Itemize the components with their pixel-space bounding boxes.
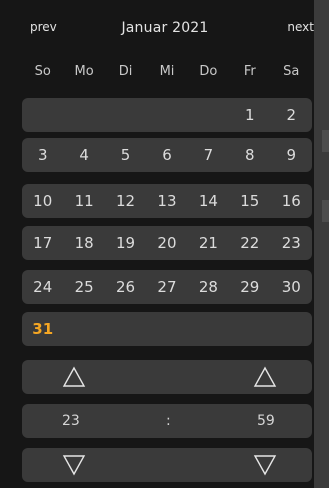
weekday-label: Fr <box>243 64 256 79</box>
day-cell[interactable]: 1 <box>229 98 270 132</box>
day-cell[interactable]: 10 <box>22 184 63 218</box>
day-cell[interactable] <box>105 312 146 346</box>
week-row: 10 11 12 13 14 15 16 <box>22 184 312 218</box>
day-cell[interactable]: 14 <box>188 184 229 218</box>
day-cell[interactable]: 17 <box>22 226 63 260</box>
day-cell[interactable]: 9 <box>271 138 312 172</box>
day-cell[interactable]: 22 <box>229 226 270 260</box>
day-cell[interactable]: 19 <box>105 226 146 260</box>
time-value-row: 23 : 59 <box>22 404 312 438</box>
day-cell[interactable] <box>188 98 229 132</box>
day-cell[interactable] <box>146 98 187 132</box>
day-cell[interactable]: 30 <box>271 270 312 304</box>
day-cell[interactable]: 18 <box>63 226 104 260</box>
triangle-down-icon <box>253 455 277 476</box>
day-cell[interactable] <box>22 98 63 132</box>
day-cell[interactable]: 20 <box>146 226 187 260</box>
week-row: 24 25 26 27 28 29 30 <box>22 270 312 304</box>
weekday-header: So Mo Di Mi Do Fr Sa <box>22 64 312 86</box>
day-cell[interactable] <box>146 312 187 346</box>
week-row: 31 <box>22 312 312 346</box>
day-cell[interactable]: 27 <box>146 270 187 304</box>
day-cell[interactable] <box>271 312 312 346</box>
time-increment-row <box>22 360 312 394</box>
next-month-button[interactable]: next <box>287 20 314 34</box>
day-cell[interactable] <box>188 312 229 346</box>
day-cell[interactable]: 12 <box>105 184 146 218</box>
day-cell[interactable]: 13 <box>146 184 187 218</box>
day-cell[interactable] <box>63 98 104 132</box>
weekday-label: So <box>34 64 51 79</box>
minute-value[interactable]: 59 <box>257 404 275 438</box>
background-edge-mark <box>322 130 329 152</box>
day-cell[interactable]: 25 <box>63 270 104 304</box>
time-decrement-row <box>22 448 312 482</box>
month-title[interactable]: Januar 2021 <box>16 20 314 36</box>
day-cell[interactable]: 28 <box>188 270 229 304</box>
day-cell[interactable]: 8 <box>229 138 270 172</box>
day-cell[interactable]: 24 <box>22 270 63 304</box>
prev-month-button[interactable]: prev <box>30 20 57 34</box>
weekday-label: Di <box>118 64 133 79</box>
minute-down-button[interactable] <box>245 448 285 482</box>
background-edge-mark <box>322 200 329 222</box>
background-edge <box>314 0 329 488</box>
day-cell[interactable]: 16 <box>271 184 312 218</box>
day-cell[interactable] <box>63 312 104 346</box>
triangle-up-icon <box>62 366 86 387</box>
day-cell[interactable]: 11 <box>63 184 104 218</box>
day-cell[interactable]: 26 <box>105 270 146 304</box>
day-cell[interactable]: 6 <box>146 138 187 172</box>
weekday-label: Sa <box>283 64 300 79</box>
triangle-down-icon <box>62 455 86 476</box>
day-cell[interactable]: 3 <box>22 138 63 172</box>
day-cell[interactable]: 21 <box>188 226 229 260</box>
day-cell[interactable] <box>105 98 146 132</box>
day-cell[interactable]: 2 <box>271 98 312 132</box>
hour-up-button[interactable] <box>54 360 94 394</box>
day-cell[interactable]: 15 <box>229 184 270 218</box>
day-cell[interactable] <box>229 312 270 346</box>
hour-down-button[interactable] <box>54 448 94 482</box>
week-row: 17 18 19 20 21 22 23 <box>22 226 312 260</box>
datetime-picker: Januar 2021 prev next So Mo Di Mi Do Fr … <box>0 0 329 488</box>
day-cell[interactable]: 5 <box>105 138 146 172</box>
week-row: 1 2 <box>22 98 312 132</box>
day-cell[interactable]: 23 <box>271 226 312 260</box>
weekday-label: Mi <box>159 64 175 79</box>
hour-value[interactable]: 23 <box>62 404 80 438</box>
time-separator: : <box>166 413 171 429</box>
triangle-up-icon <box>253 366 277 387</box>
day-cell[interactable]: 7 <box>188 138 229 172</box>
calendar-header: Januar 2021 prev next <box>16 0 314 50</box>
weekday-label: Do <box>199 64 218 79</box>
weekday-label: Mo <box>74 64 94 79</box>
minute-up-button[interactable] <box>245 360 285 394</box>
day-cell-today[interactable]: 31 <box>22 312 63 346</box>
day-cell[interactable]: 29 <box>229 270 270 304</box>
day-cell[interactable]: 4 <box>63 138 104 172</box>
week-row: 3 4 5 6 7 8 9 <box>22 138 312 172</box>
